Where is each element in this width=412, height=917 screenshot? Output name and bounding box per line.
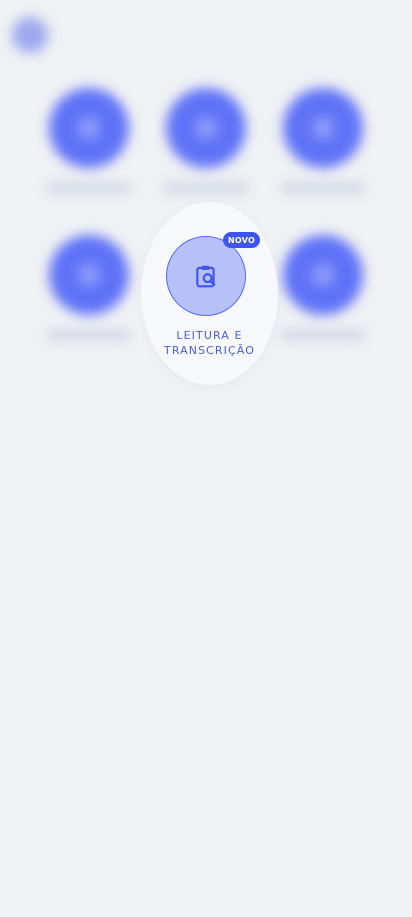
focused-menu-item-label-line2: TRANSCRIÇÃO	[164, 344, 255, 357]
avatar	[12, 17, 48, 53]
menu-item-1	[47, 88, 131, 208]
focused-menu-item-label: LEITURA E TRANSCRIÇÃO	[141, 328, 278, 358]
menu-item-1-icon	[49, 88, 129, 168]
blurred-background	[0, 0, 412, 917]
clipboard-search-icon	[196, 265, 216, 288]
menu-item-4-label	[47, 331, 131, 339]
menu-item-3-icon	[283, 88, 363, 168]
menu-item-3-label	[281, 184, 365, 192]
focused-menu-item-button[interactable]	[166, 236, 246, 316]
menu-item-6	[281, 235, 365, 355]
menu-item-2-icon	[166, 88, 246, 168]
menu-item-1-label	[47, 184, 131, 192]
new-badge: NOVO	[223, 232, 260, 248]
menu-item-2	[164, 88, 248, 208]
menu-item-6-label	[281, 331, 365, 339]
focused-menu-item-label-line1: LEITURA E	[176, 329, 243, 342]
menu-item-3	[281, 88, 365, 208]
menu-item-4	[47, 235, 131, 355]
menu-item-6-icon	[283, 235, 363, 315]
menu-item-2-label	[164, 184, 248, 192]
menu-item-4-icon	[49, 235, 129, 315]
